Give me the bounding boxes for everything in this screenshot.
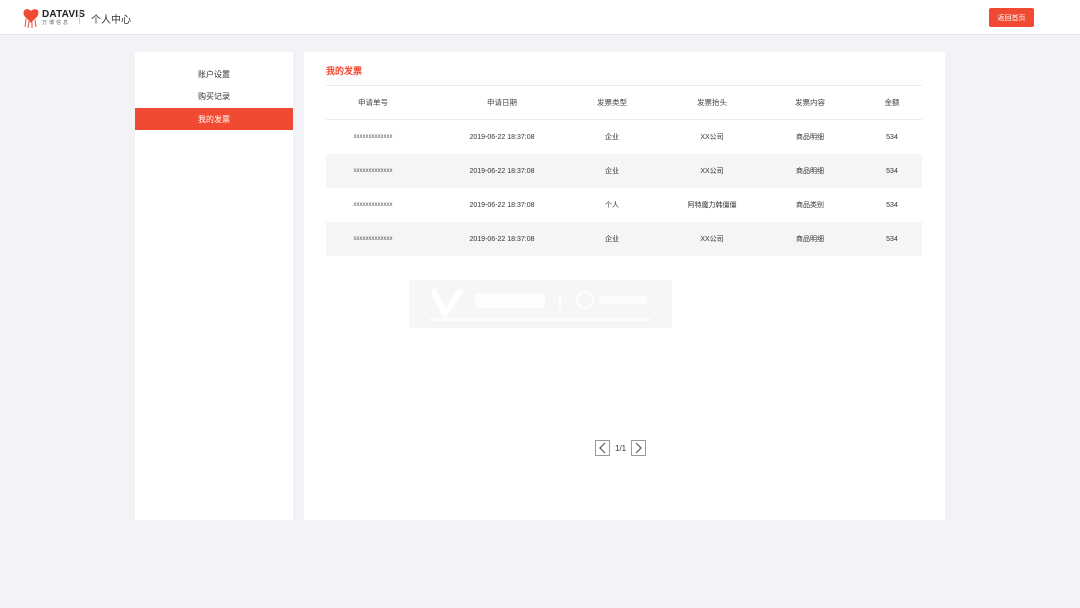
logo-icon — [23, 9, 39, 28]
sidebar-item-account-settings[interactable]: 账户设置 — [135, 63, 293, 85]
cell-order-no: xxxxxxxxxxxxx — [353, 168, 393, 174]
column-header-type: 发票类型 — [597, 98, 627, 107]
table-row: xxxxxxxxxxxxx 2019-06-22 18:37:08 个人 阿特魔… — [326, 188, 922, 222]
cell-order-no: xxxxxxxxxxxxx — [353, 236, 393, 242]
table-row: xxxxxxxxxxxxx 2019-06-22 18:37:08 企业 XX公… — [326, 120, 922, 154]
sidebar-item-purchase-history[interactable]: 购买记录 — [135, 85, 293, 107]
top-bar: DATAVIS 万博信息 个人中心 返回首页 — [0, 0, 1080, 35]
cell-order-no: xxxxxxxxxxxxx — [353, 202, 393, 208]
column-header-date: 申请日期 — [487, 98, 517, 107]
page-title: 个人中心 — [91, 15, 131, 26]
cell-type: 企业 — [605, 134, 619, 141]
cell-date: 2019-06-22 18:37:08 — [469, 167, 535, 175]
chevron-left-icon — [599, 442, 606, 454]
column-header-amount: 金额 — [884, 98, 900, 107]
sidebar-item-my-invoices[interactable]: 我的发票 — [135, 108, 293, 130]
brand-logo[interactable]: DATAVIS 万博信息 — [22, 7, 85, 29]
page-indicator: 1/1 — [615, 443, 627, 453]
cell-title: XX公司 — [700, 134, 724, 141]
cell-type: 企业 — [605, 236, 619, 243]
cell-amount: 534 — [886, 201, 898, 209]
watermark-logo-icon — [429, 288, 651, 321]
table-row: xxxxxxxxxxxxx 2019-06-22 18:37:08 企业 XX公… — [326, 222, 922, 256]
watermark — [409, 280, 672, 328]
cell-title: XX公司 — [700, 168, 724, 175]
cell-type: 企业 — [605, 168, 619, 175]
table-row: xxxxxxxxxxxxx 2019-06-22 18:37:08 企业 XX公… — [326, 154, 922, 188]
cell-date: 2019-06-22 18:37:08 — [469, 201, 535, 209]
column-header-title: 发票抬头 — [697, 98, 727, 107]
cell-content: 商品明细 — [796, 134, 824, 141]
cell-content: 商品明细 — [796, 236, 824, 243]
column-header-order-no: 申请单号 — [358, 98, 388, 107]
cell-type: 个人 — [605, 202, 619, 209]
back-home-button[interactable]: 返回首页 — [989, 8, 1034, 27]
chevron-right-icon — [635, 442, 642, 454]
main-panel: 我的发票 申请单号 申请日期 发票类型 发票抬头 发票内容 金额 xxxxxxx… — [304, 52, 945, 520]
header-divider — [79, 10, 80, 24]
sidebar: 账户设置 购买记录 我的发票 — [135, 52, 293, 520]
cell-content: 商品明细 — [796, 168, 824, 175]
cell-amount: 534 — [886, 167, 898, 175]
table-header: 申请单号 申请日期 发票类型 发票抬头 发票内容 金额 — [326, 86, 922, 120]
cell-amount: 534 — [886, 235, 898, 243]
column-header-content: 发票内容 — [795, 98, 825, 107]
pagination: 1/1 — [595, 439, 647, 457]
cell-title: 阿特魔力韩僵僵 — [687, 202, 737, 209]
section-title: 我的发票 — [326, 66, 363, 76]
cell-title: XX公司 — [700, 236, 724, 243]
cell-order-no: xxxxxxxxxxxxx — [353, 134, 393, 140]
cell-date: 2019-06-22 18:37:08 — [469, 133, 535, 141]
cell-amount: 534 — [886, 133, 898, 141]
next-page-button[interactable] — [631, 440, 647, 456]
prev-page-button[interactable] — [595, 440, 610, 456]
cell-date: 2019-06-22 18:37:08 — [469, 235, 535, 243]
cell-content: 商品类别 — [796, 202, 824, 209]
